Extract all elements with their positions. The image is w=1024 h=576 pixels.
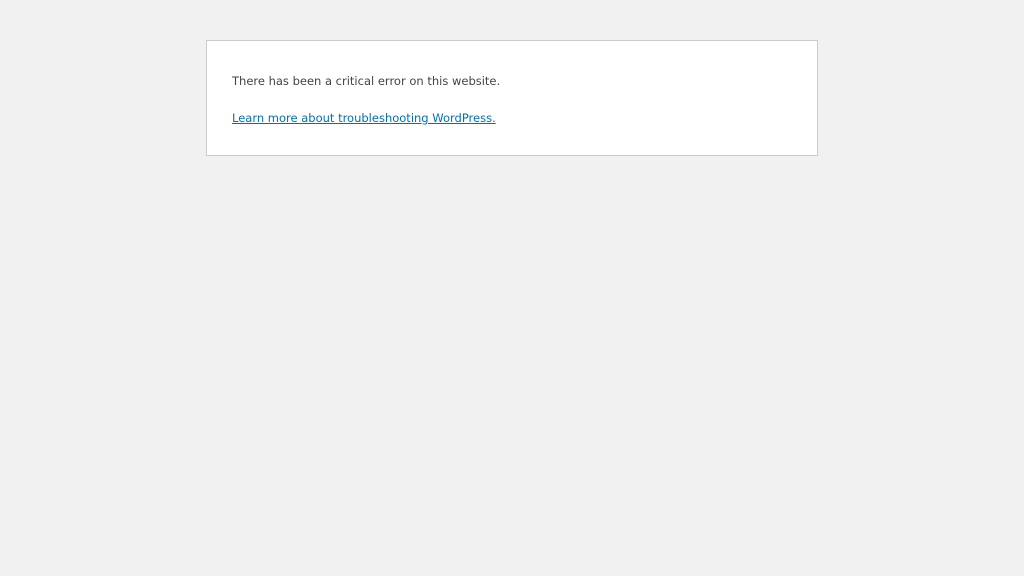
troubleshooting-link[interactable]: Learn more about troubleshooting WordPre… (232, 110, 496, 126)
error-message: There has been a critical error on this … (232, 74, 501, 88)
error-panel: There has been a critical error on this … (206, 40, 818, 156)
